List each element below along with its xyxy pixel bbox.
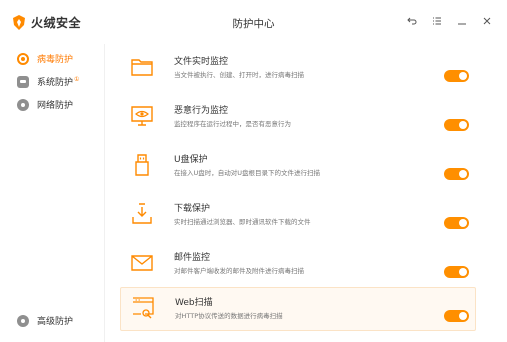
protection-row-behavior-monitor: 恶意行为监控 监控程序在运行过程中，是否有恶意行为: [120, 99, 476, 143]
row-title: 文件实时监控: [174, 57, 229, 67]
notification-badge: ①: [74, 76, 80, 83]
usb-icon: [130, 153, 154, 177]
row-description: 当文件被执行、创建、打开时，进行病毒扫描: [174, 71, 304, 79]
window-controls: [406, 13, 493, 29]
mail-icon: [130, 251, 154, 275]
sidebar-item-label: 病毒防护: [37, 55, 74, 65]
sidebar: 病毒防护 系统防护① 网络防护 高级防护: [0, 44, 104, 342]
row-description: 监控程序在运行过程中，是否有恶意行为: [174, 120, 291, 128]
title-bar: 火绒安全 防护中心: [0, 0, 507, 44]
row-title: Web扫描: [175, 298, 213, 308]
behavior-monitor-toggle[interactable]: [444, 119, 469, 131]
protection-row-usb-protect: U盘保护 在接入U盘时，自动对U盘根目录下的文件进行扫描: [120, 148, 476, 192]
usb-protect-toggle[interactable]: [444, 168, 469, 180]
sidebar-divider: [104, 44, 105, 342]
sidebar-item-network-protection[interactable]: 网络防护: [17, 98, 73, 111]
row-title: U盘保护: [174, 155, 208, 165]
advanced-icon: [17, 314, 29, 327]
row-title: 下载保护: [174, 204, 211, 214]
download-icon: [130, 202, 154, 226]
sidebar-item-label: 系统防护①: [37, 76, 80, 88]
protection-row-file-monitor: 文件实时监控 当文件被执行、创建、打开时，进行病毒扫描: [120, 50, 476, 94]
sidebar-item-advanced-protection[interactable]: 高级防护: [17, 314, 73, 327]
download-protect-toggle[interactable]: [444, 217, 469, 229]
minimize-icon[interactable]: [456, 13, 468, 29]
sidebar-item-system-protection[interactable]: 系统防护①: [17, 75, 79, 88]
web-scan-icon: [131, 296, 155, 320]
row-title: 恶意行为监控: [174, 106, 229, 116]
network-icon: [17, 98, 29, 111]
row-description: 在接入U盘时，自动对U盘根目录下的文件进行扫描: [174, 169, 321, 177]
back-icon[interactable]: [406, 13, 418, 29]
protection-row-download-protect: 下载保护 实时扫描通过浏览器、即时通讯软件下载的文件: [120, 197, 476, 241]
mail-monitor-toggle[interactable]: [444, 266, 469, 278]
web-scan-toggle[interactable]: [444, 310, 469, 322]
sidebar-item-label: 网络防护: [37, 101, 74, 111]
sidebar-item-virus-protection[interactable]: 病毒防护: [17, 52, 73, 65]
menu-icon[interactable]: [431, 13, 443, 29]
row-description: 对邮件客户端收发的邮件及附件进行病毒扫描: [174, 267, 304, 275]
protection-row-mail-monitor: 邮件监控 对邮件客户端收发的邮件及附件进行病毒扫描: [120, 246, 476, 290]
close-icon[interactable]: [481, 13, 493, 29]
radio-active-icon: [17, 52, 29, 65]
system-icon: [17, 75, 29, 88]
folder-icon: [130, 55, 154, 79]
row-description: 实时扫描通过浏览器、即时通讯软件下载的文件: [174, 218, 311, 226]
monitor-eye-icon: [130, 104, 154, 128]
file-monitor-toggle[interactable]: [444, 70, 469, 82]
sidebar-item-label: 高级防护: [37, 317, 74, 327]
row-title: 邮件监控: [174, 253, 211, 263]
row-description: 对HTTP协议传送的数据进行病毒扫描: [175, 312, 283, 320]
protection-row-web-scan: Web扫描 对HTTP协议传送的数据进行病毒扫描: [120, 287, 476, 331]
